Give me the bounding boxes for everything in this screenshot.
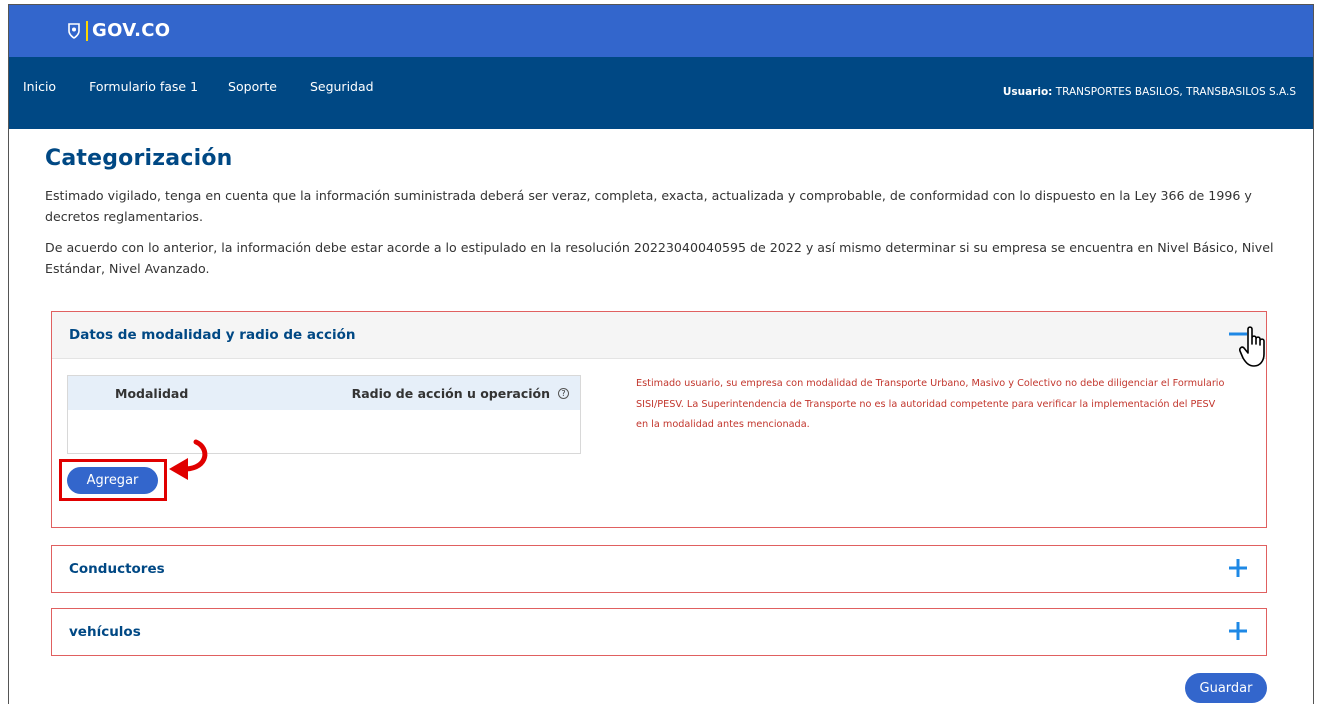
nav-item-formulario[interactable]: Formulario fase 1: [89, 79, 198, 94]
curved-arrow-icon: [169, 439, 208, 480]
gov-logo[interactable]: GOV.CO: [67, 20, 170, 41]
section-vehiculos: vehículos: [51, 608, 1267, 656]
plus-icon[interactable]: [1228, 621, 1248, 641]
logo-separator: [86, 20, 88, 41]
gov-logo-text: GOV.CO: [92, 20, 171, 41]
section-vehiculos-header[interactable]: vehículos: [52, 609, 1266, 655]
add-button[interactable]: Agregar: [67, 467, 158, 494]
modalidad-table: Modalidad Radio de acción u operación ?: [67, 375, 581, 454]
plus-icon[interactable]: [1228, 558, 1248, 578]
hand-pointer-cursor: [1239, 326, 1265, 367]
modalidad-notice: Estimado usuario, su empresa con modalid…: [636, 378, 1225, 430]
column-radio-accion-label: Radio de acción u operación: [351, 385, 550, 401]
section-conductores: Conductores: [51, 545, 1267, 593]
table-header-row: Modalidad Radio de acción u operación ?: [68, 376, 580, 410]
nav-menu: Inicio Formulario fase 1 Soporte Segurid…: [23, 79, 407, 94]
level-paragraph: De acuerdo con lo anterior, la informaci…: [45, 240, 1274, 276]
nav-item-seguridad[interactable]: Seguridad: [310, 79, 374, 94]
section-conductores-title: Conductores: [69, 561, 165, 577]
help-circle-icon[interactable]: ?: [558, 387, 569, 399]
page-title: Categorización: [45, 146, 233, 171]
nav-item-soporte[interactable]: Soporte: [228, 79, 277, 94]
section-modalidad: Datos de modalidad y radio de acción Mod…: [51, 311, 1267, 528]
user-name: TRANSPORTES BASILOS, TRANSBASILOS S.A.S: [1055, 86, 1296, 98]
section-modalidad-header[interactable]: Datos de modalidad y radio de acción: [52, 312, 1266, 359]
main-nav: Inicio Formulario fase 1 Soporte Segurid…: [9, 57, 1313, 129]
section-modalidad-title: Datos de modalidad y radio de acción: [69, 327, 356, 343]
user-label: Usuario:: [1002, 86, 1053, 98]
main-content: Categorización Estimado vigilado, tenga …: [45, 146, 1280, 279]
section-vehiculos-title: vehículos: [69, 624, 141, 640]
nav-item-inicio[interactable]: Inicio: [23, 79, 56, 94]
user-info: Usuario: TRANSPORTES BASILOS, TRANSBASIL…: [1003, 86, 1296, 98]
highlight-box: Agregar: [59, 459, 167, 501]
intro-paragraph: Estimado vigilado, tenga en cuenta que l…: [45, 188, 1252, 224]
save-button[interactable]: Guardar: [1185, 673, 1267, 703]
colombia-shield-icon: [68, 22, 80, 39]
gov-top-bar: GOV.CO: [9, 5, 1313, 57]
section-conductores-header[interactable]: Conductores: [52, 546, 1266, 592]
column-modalidad: Modalidad: [115, 385, 189, 401]
column-radio-accion: Radio de acción u operación ?: [352, 386, 569, 401]
